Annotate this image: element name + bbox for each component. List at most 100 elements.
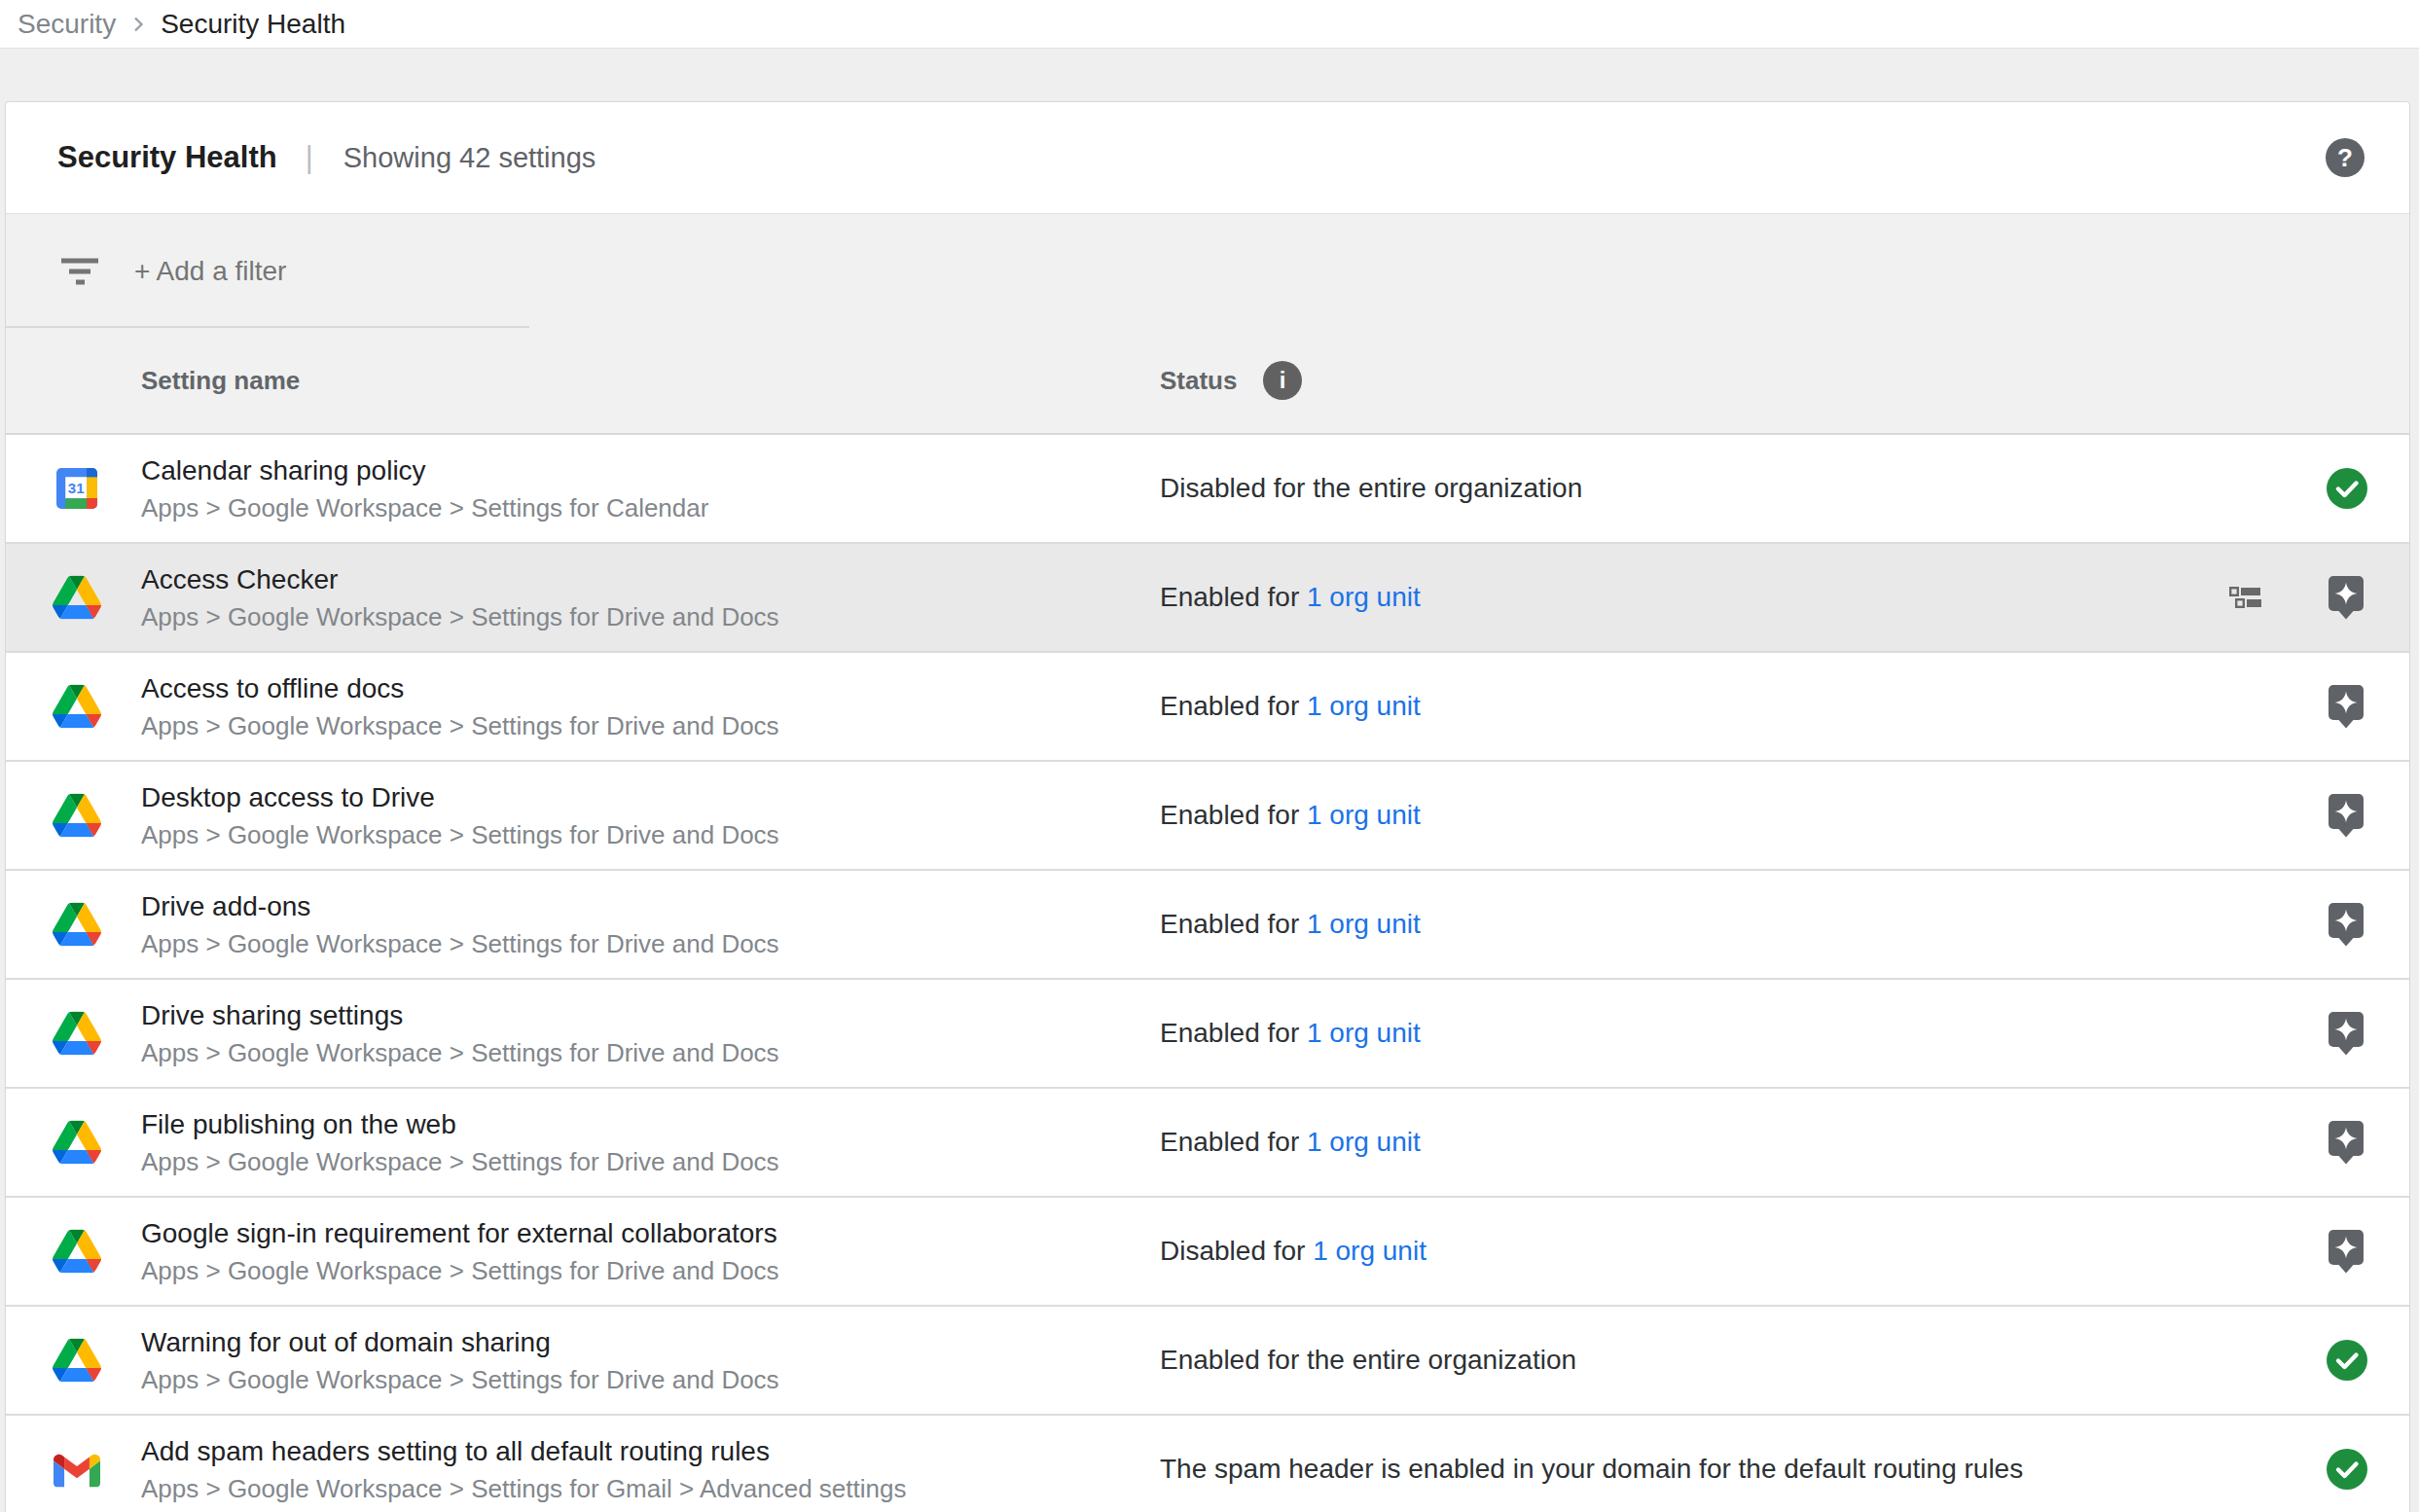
table-row[interactable]: Google sign-in requirement for external … (6, 1198, 2409, 1307)
recommendation-icon[interactable] (2327, 792, 2365, 839)
setting-name: Warning for out of domain sharing (141, 1323, 779, 1362)
setting-name: Google sign-in requirement for external … (141, 1214, 779, 1253)
setting-text: Drive add-onsApps > Google Workspace > S… (141, 887, 779, 962)
status-label: Enabled for (1160, 582, 1307, 612)
status-text: Enabled for 1 org unit (1160, 582, 1421, 613)
calendar-icon: 31 (52, 468, 102, 509)
setting-name: Drive add-ons (141, 887, 779, 926)
status-ok-icon (2327, 1449, 2367, 1490)
table-row[interactable]: Warning for out of domain sharingApps > … (6, 1307, 2409, 1416)
breadcrumb: Security Security Health (0, 0, 2419, 49)
setting-text: Desktop access to DriveApps > Google Wor… (141, 778, 779, 853)
status-label: Enabled for (1160, 1018, 1307, 1048)
setting-name: Calendar sharing policy (141, 451, 708, 490)
org-unit-link[interactable]: 1 org unit (1307, 691, 1421, 721)
settings-table-body: 31Calendar sharing policyApps > Google W… (6, 435, 2409, 1512)
chevron-right-icon (124, 10, 153, 39)
setting-text: Access to offline docsApps > Google Work… (141, 669, 779, 744)
status-label: Disabled for (1160, 1236, 1313, 1266)
filter-and-header-band: + Add a filter Setting name Status i (6, 213, 2409, 435)
setting-text: Access CheckerApps > Google Workspace > … (141, 560, 779, 635)
setting-text: Drive sharing settingsApps > Google Work… (141, 996, 779, 1071)
drive-icon (52, 685, 102, 729)
org-unit-link[interactable]: 1 org unit (1313, 1236, 1426, 1266)
setting-name: Access Checker (141, 560, 779, 599)
recommendation-icon[interactable] (2327, 901, 2365, 948)
column-header-setting-name: Setting name (141, 366, 300, 396)
status-label: The spam header is enabled in your domai… (1160, 1454, 2023, 1484)
table-row[interactable]: Access to offline docsApps > Google Work… (6, 653, 2409, 762)
org-unit-link[interactable]: 1 org unit (1307, 1018, 1421, 1048)
filter-icon[interactable] (61, 258, 98, 284)
security-health-card: Security Health | Showing 42 settings ? … (5, 101, 2410, 1512)
setting-name: Drive sharing settings (141, 996, 779, 1035)
status-text: Enabled for 1 org unit (1160, 1018, 1421, 1049)
status-label: Enabled for (1160, 800, 1307, 830)
title-divider: | (306, 140, 313, 175)
help-icon[interactable]: ? (2326, 138, 2365, 177)
status-ok-icon (2327, 1340, 2367, 1381)
setting-path: Apps > Google Workspace > Settings for D… (141, 1035, 779, 1071)
org-unit-link[interactable]: 1 org unit (1307, 1127, 1421, 1157)
setting-path: Apps > Google Workspace > Settings for C… (141, 490, 708, 526)
status-text: Enabled for 1 org unit (1160, 909, 1421, 940)
table-row[interactable]: Drive sharing settingsApps > Google Work… (6, 980, 2409, 1089)
table-header-row: Setting name Status i (6, 328, 2409, 433)
setting-text: File publishing on the webApps > Google … (141, 1105, 779, 1180)
status-label: Enabled for (1160, 691, 1307, 721)
breadcrumb-security[interactable]: Security (18, 9, 116, 40)
setting-path: Apps > Google Workspace > Settings for D… (141, 708, 779, 744)
drive-icon (52, 903, 102, 947)
org-unit-link[interactable]: 1 org unit (1307, 582, 1421, 612)
setting-path: Apps > Google Workspace > Settings for D… (141, 599, 779, 635)
status-label: Enabled for the entire organization (1160, 1345, 1576, 1375)
drive-icon (52, 794, 102, 838)
setting-name: Desktop access to Drive (141, 778, 779, 817)
status-label: Disabled for the entire organization (1160, 473, 1582, 503)
setting-name: Access to offline docs (141, 669, 779, 708)
status-text: Enabled for the entire organization (1160, 1345, 1576, 1376)
table-row[interactable]: Drive add-onsApps > Google Workspace > S… (6, 871, 2409, 980)
recommendation-icon[interactable] (2327, 683, 2365, 730)
recommendation-icon[interactable] (2327, 1010, 2365, 1057)
drive-icon (52, 1012, 102, 1056)
filter-row: + Add a filter (6, 214, 2409, 328)
recommendation-icon[interactable] (2327, 1228, 2365, 1275)
table-row[interactable]: File publishing on the webApps > Google … (6, 1089, 2409, 1198)
org-unit-link[interactable]: 1 org unit (1307, 909, 1421, 939)
status-ok-icon (2327, 468, 2367, 509)
setting-text: Calendar sharing policyApps > Google Wor… (141, 451, 708, 526)
setting-name: Add spam headers setting to all default … (141, 1432, 906, 1471)
org-unit-link[interactable]: 1 org unit (1307, 800, 1421, 830)
setting-path: Apps > Google Workspace > Settings for D… (141, 1253, 779, 1289)
status-text: Disabled for the entire organization (1160, 473, 1582, 504)
card-header: Security Health | Showing 42 settings ? (6, 102, 2409, 213)
recommendation-icon[interactable] (2327, 574, 2365, 621)
table-row[interactable]: 31 Calendar sharing policyApps > Google W… (6, 435, 2409, 544)
settings-count: Showing 42 settings (343, 142, 596, 174)
status-text: Enabled for 1 org unit (1160, 1127, 1421, 1158)
status-text: The spam header is enabled in your domai… (1160, 1454, 2023, 1485)
setting-text: Google sign-in requirement for external … (141, 1214, 779, 1289)
status-text: Enabled for 1 org unit (1160, 800, 1421, 831)
status-label: Enabled for (1160, 1127, 1307, 1157)
drive-icon (52, 576, 102, 620)
setting-text: Warning for out of domain sharingApps > … (141, 1323, 779, 1398)
info-icon[interactable]: i (1263, 361, 1302, 400)
table-row[interactable]: Add spam headers setting to all default … (6, 1416, 2409, 1512)
drive-icon (52, 1339, 102, 1383)
table-row[interactable]: Desktop access to DriveApps > Google Wor… (6, 762, 2409, 871)
svg-text:31: 31 (68, 480, 85, 496)
setting-path: Apps > Google Workspace > Settings for D… (141, 926, 779, 962)
drive-icon (52, 1121, 102, 1165)
recommendation-icon[interactable] (2327, 1119, 2365, 1166)
status-text: Disabled for 1 org unit (1160, 1236, 1426, 1267)
table-row[interactable]: Access CheckerApps > Google Workspace > … (6, 544, 2409, 653)
setting-path: Apps > Google Workspace > Settings for D… (141, 1144, 779, 1180)
setting-path: Apps > Google Workspace > Settings for G… (141, 1471, 906, 1507)
setting-name: File publishing on the web (141, 1105, 779, 1144)
org-units-assignment-icon[interactable] (2229, 587, 2262, 608)
setting-path: Apps > Google Workspace > Settings for D… (141, 817, 779, 853)
status-text: Enabled for 1 org unit (1160, 691, 1421, 722)
add-filter-button[interactable]: + Add a filter (134, 256, 286, 287)
